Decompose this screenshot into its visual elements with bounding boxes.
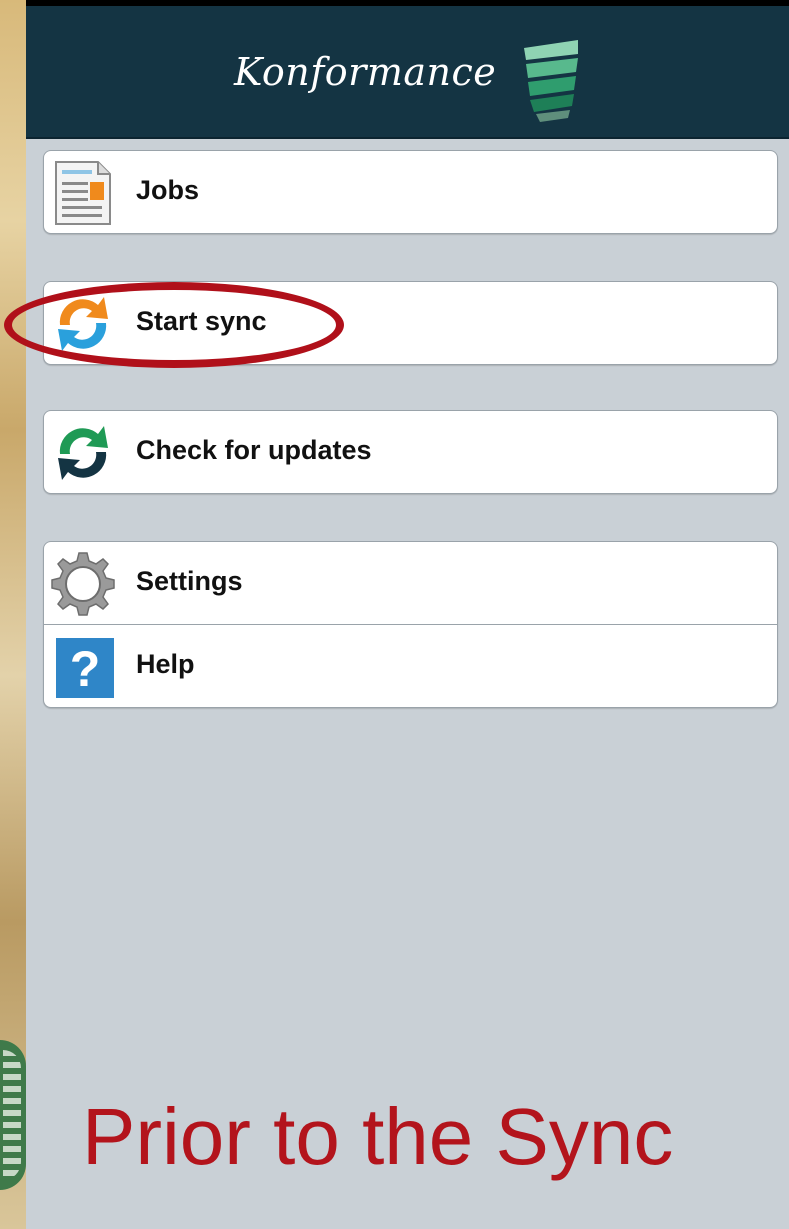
updates-card: Check for updates (43, 410, 778, 494)
settings-help-card: Settings ? Help (43, 541, 778, 708)
brand-title: Konformance (234, 50, 497, 94)
menu-item-check-for-updates[interactable]: Check for updates (44, 411, 777, 493)
menu-item-jobs[interactable]: Jobs (44, 151, 777, 233)
menu-item-start-sync[interactable]: Start sync (44, 282, 777, 364)
stacked-bars-logo-icon (524, 40, 578, 122)
slide-caption: Prior to the Sync (82, 1092, 674, 1181)
menu-item-start-sync-label: Start sync (136, 306, 267, 336)
sync-icon (58, 297, 108, 351)
jobs-card: Jobs (43, 150, 778, 234)
svg-text:?: ? (70, 641, 101, 697)
app-screen: Konformance Jobs Start sync Check for up… (26, 6, 789, 1229)
menu-item-settings[interactable]: Settings (44, 542, 777, 624)
menu-item-help[interactable]: ? Help (44, 624, 777, 707)
refresh-icon (58, 426, 108, 480)
menu-item-jobs-label: Jobs (136, 175, 200, 205)
menu-item-settings-label: Settings (136, 566, 243, 596)
gear-icon (51, 552, 115, 616)
document-icon (55, 161, 111, 225)
menu-item-help-label: Help (136, 649, 195, 679)
menu-item-check-for-updates-label: Check for updates (136, 435, 372, 465)
app-header: Konformance (26, 6, 789, 139)
sync-card: Start sync (43, 281, 778, 365)
background-emblem (0, 1040, 26, 1190)
question-icon: ? (56, 638, 114, 698)
